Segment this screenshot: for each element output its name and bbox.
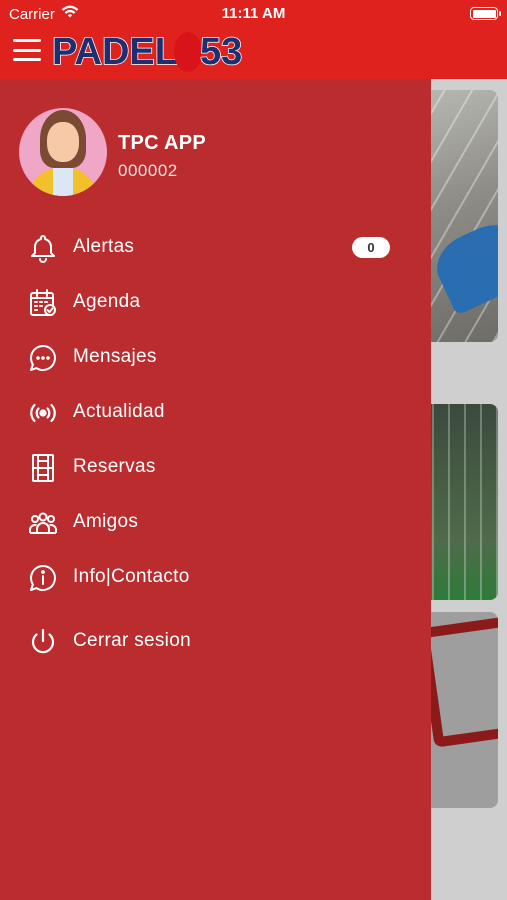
menu-item-label: Cerrar sesion xyxy=(73,630,191,651)
chat-icon xyxy=(27,342,59,374)
side-drawer: TPC APP 000002 Alertas 0 Agenda Mensajes… xyxy=(0,79,431,900)
info-icon xyxy=(27,562,59,594)
menu-item-alertas[interactable]: Alertas 0 xyxy=(0,224,431,270)
padel-ball-icon xyxy=(173,32,202,72)
alerts-count-badge: 0 xyxy=(352,237,390,258)
bell-icon xyxy=(27,232,59,264)
logo-text-right: 53 xyxy=(199,30,243,74)
battery-icon xyxy=(470,7,501,20)
menu-item-actualidad[interactable]: Actualidad xyxy=(0,389,431,435)
clock: 11:11 AM xyxy=(221,5,286,22)
calendar-icon xyxy=(27,287,59,319)
menu-icon[interactable] xyxy=(13,39,41,61)
menu-item-label: Amigos xyxy=(73,511,139,532)
menu-item-reservas[interactable]: Reservas xyxy=(0,444,431,490)
menu-item-label: Info|Contacto xyxy=(73,566,190,587)
menu-item-agenda[interactable]: Agenda xyxy=(0,279,431,325)
profile-id: 000002 xyxy=(118,161,178,180)
broadcast-icon xyxy=(27,397,59,429)
friends-icon xyxy=(27,507,59,539)
profile-name: TPC APP xyxy=(118,132,207,154)
menu-item-info-contacto[interactable]: Info|Contacto xyxy=(0,554,431,600)
menu-item-amigos[interactable]: Amigos xyxy=(0,499,431,545)
status-bar: Carrier 11:11 AM xyxy=(0,0,507,26)
avatar[interactable] xyxy=(19,108,107,196)
court-icon xyxy=(27,452,59,484)
menu-item-label: Alertas xyxy=(73,236,135,257)
menu-item-cerrar-sesion[interactable]: Cerrar sesion xyxy=(0,618,431,664)
menu-item-label: Reservas xyxy=(73,456,156,477)
power-icon xyxy=(27,626,59,658)
app-header: Carrier 11:11 AM PADEL 53 xyxy=(0,0,507,79)
app-logo: PADEL 53 xyxy=(51,30,243,74)
menu-item-label: Actualidad xyxy=(73,401,165,422)
menu-item-mensajes[interactable]: Mensajes xyxy=(0,334,431,380)
menu-item-label: Agenda xyxy=(73,291,141,312)
menu-item-label: Mensajes xyxy=(73,346,157,367)
logo-text-left: PADEL xyxy=(51,30,178,74)
